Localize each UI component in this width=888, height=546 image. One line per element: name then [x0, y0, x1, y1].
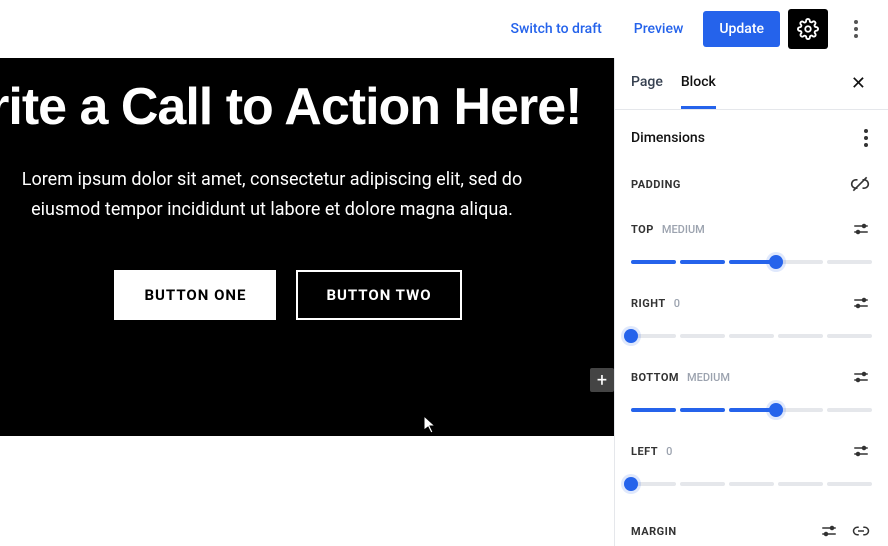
settings-button[interactable]: [788, 9, 828, 49]
margin-link-sides-button[interactable]: [850, 520, 872, 542]
close-sidebar-button[interactable]: ✕: [845, 69, 872, 99]
mouse-cursor-icon: [423, 415, 439, 435]
link-sides-button[interactable]: [848, 172, 872, 196]
tab-block[interactable]: Block: [681, 58, 716, 109]
margin-section-header: MARGIN: [631, 520, 872, 546]
padding-label: PADDING: [631, 178, 681, 191]
dimensions-panel: Dimensions PADDING TOP MEDIUM: [615, 110, 888, 546]
heading-block[interactable]: Write a Call to Action Here!: [0, 80, 584, 135]
cover-block[interactable]: Write a Call to Action Here! Lorem ipsum…: [0, 58, 614, 320]
padding-right-value: 0: [674, 297, 680, 310]
padding-right-custom-button[interactable]: [850, 292, 872, 314]
update-button[interactable]: Update: [703, 11, 780, 47]
top-toolbar: Switch to draft Preview Update: [0, 0, 888, 58]
padding-top-control: TOP MEDIUM: [631, 218, 872, 270]
workspace: Write a Call to Action Here! Lorem ipsum…: [0, 58, 888, 546]
sliders-icon: [852, 294, 870, 312]
sliders-icon: [820, 522, 838, 540]
panel-title: Dimensions: [631, 130, 705, 146]
kebab-icon: [854, 20, 858, 38]
padding-bottom-value: MEDIUM: [687, 371, 730, 384]
padding-right-control: RIGHT 0: [631, 292, 872, 344]
buttons-block[interactable]: BUTTON ONE BUTTON TWO: [0, 270, 584, 320]
padding-right-slider[interactable]: [631, 328, 872, 344]
padding-bottom-custom-button[interactable]: [850, 366, 872, 388]
sliders-icon: [852, 368, 870, 386]
switch-to-draft-button[interactable]: Switch to draft: [498, 13, 613, 45]
more-options-button[interactable]: [836, 9, 876, 49]
padding-bottom-label: BOTTOM: [631, 371, 679, 384]
settings-sidebar: Page Block ✕ Dimensions PADDING: [614, 58, 888, 546]
button-one[interactable]: BUTTON ONE: [114, 270, 276, 320]
padding-bottom-slider[interactable]: [631, 402, 872, 418]
padding-left-value: 0: [666, 445, 672, 458]
sliders-icon: [852, 220, 870, 238]
panel-options-button[interactable]: [860, 125, 872, 151]
unlink-icon: [850, 174, 870, 194]
link-icon: [852, 522, 870, 540]
padding-top-value: MEDIUM: [662, 223, 705, 236]
editor-canvas: Write a Call to Action Here! Lorem ipsum…: [0, 58, 614, 546]
sidebar-tabs: Page Block ✕: [615, 58, 888, 110]
paragraph-block[interactable]: Lorem ipsum dolor sit amet, consectetur …: [0, 165, 552, 226]
padding-left-control: LEFT 0: [631, 440, 872, 492]
padding-section-header: PADDING: [631, 172, 872, 196]
tab-page[interactable]: Page: [631, 58, 663, 109]
margin-label: MARGIN: [631, 525, 677, 538]
padding-top-slider[interactable]: [631, 254, 872, 270]
margin-custom-button[interactable]: [818, 520, 840, 542]
sliders-icon: [852, 442, 870, 460]
plus-icon: +: [597, 370, 607, 391]
canvas-below: [0, 436, 614, 546]
kebab-icon: [864, 129, 868, 147]
padding-bottom-control: BOTTOM MEDIUM: [631, 366, 872, 418]
padding-left-slider[interactable]: [631, 476, 872, 492]
padding-right-label: RIGHT: [631, 297, 666, 310]
padding-top-label: TOP: [631, 223, 654, 236]
padding-left-label: LEFT: [631, 445, 658, 458]
padding-top-custom-button[interactable]: [850, 218, 872, 240]
close-icon: ✕: [851, 73, 866, 94]
gear-icon: [797, 18, 819, 40]
button-two[interactable]: BUTTON TWO: [296, 270, 461, 320]
preview-button[interactable]: Preview: [622, 13, 696, 45]
add-block-button[interactable]: +: [590, 368, 614, 392]
padding-left-custom-button[interactable]: [850, 440, 872, 462]
